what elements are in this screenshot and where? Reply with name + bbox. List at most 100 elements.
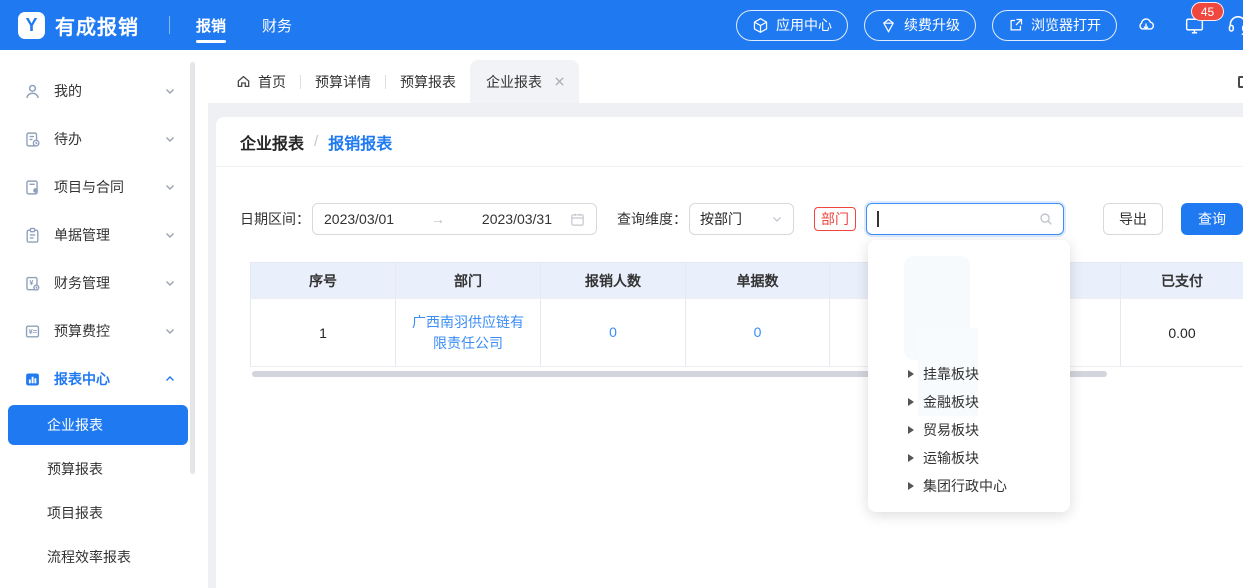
tree-item-yunshu[interactable]: 运输板块: [868, 444, 1070, 472]
search-icon: [1039, 212, 1053, 226]
sidebar-item-mine[interactable]: 我的: [0, 67, 190, 115]
sidebar-item-finance[interactable]: ¥ 财务管理: [0, 259, 190, 307]
chevron-down-icon: [164, 229, 176, 241]
sidebar-subitem-process-efficiency-reports[interactable]: 流程效率报表: [0, 535, 190, 579]
tab-budget-detail[interactable]: 预算详情: [301, 60, 385, 103]
tree-item-label: 贸易板块: [923, 420, 979, 440]
sidebar-item-label: 项目与合同: [54, 177, 124, 197]
sidebar-subitem-project-reports[interactable]: 项目报表: [0, 491, 190, 535]
dimension-select[interactable]: 按部门: [689, 203, 794, 235]
filter-bar: 日期区间： 2023/03/01 → 2023/03/31 查询维度： 按部门 …: [240, 203, 1243, 235]
renew-upgrade-button[interactable]: 续费升级: [864, 10, 976, 41]
calendar-icon: [570, 212, 585, 227]
tree-item-jinrong[interactable]: 金融板块: [868, 388, 1070, 416]
cell-document-count: 0: [686, 299, 830, 366]
sidebar-menu: 我的 待办 项目与合同: [0, 67, 190, 579]
department-tree: 挂靠板块 金融板块 贸易板块 运输板块 集团行政中心: [868, 360, 1070, 500]
date-range-picker[interactable]: 2023/03/01 → 2023/03/31: [312, 203, 597, 235]
finance-manage-icon: ¥: [24, 275, 41, 292]
expand-caret-icon[interactable]: [908, 398, 914, 406]
sidebar-scrollbar[interactable]: [190, 62, 195, 474]
tree-item-label: 金融板块: [923, 392, 979, 412]
dimension-value: 按部门: [700, 209, 742, 229]
chevron-down-icon: [164, 181, 176, 193]
dimension-label: 查询维度：: [617, 209, 687, 229]
sidebar-item-projects-contracts[interactable]: 项目与合同: [0, 163, 190, 211]
column-header-department: 部门: [396, 263, 541, 298]
text-cursor: [877, 211, 879, 227]
chevron-down-icon: [164, 277, 176, 289]
budget-control-icon: ¥=: [24, 323, 41, 340]
chevron-down-icon: [164, 85, 176, 97]
sidebar-item-label: 单据管理: [54, 225, 110, 245]
department-link[interactable]: 广西南羽供应链有限责任公司: [408, 312, 528, 354]
reimburser-count-link[interactable]: 0: [609, 322, 617, 343]
column-header-seq: 序号: [251, 263, 396, 298]
nav-item-caiwu[interactable]: 财务: [262, 0, 292, 50]
department-search-input[interactable]: [866, 203, 1064, 235]
sidebar-item-label: 我的: [54, 81, 82, 101]
expand-caret-icon[interactable]: [908, 482, 914, 490]
top-nav: 报销 财务: [196, 0, 292, 50]
document-count-link[interactable]: 0: [754, 322, 762, 343]
sidebar-subitem-budget-reports[interactable]: 预算报表: [0, 447, 190, 491]
date-start-value[interactable]: 2023/03/01: [324, 211, 394, 227]
chevron-down-icon: [164, 325, 176, 337]
query-button[interactable]: 查询: [1181, 203, 1243, 235]
project-contract-icon: [24, 179, 41, 196]
sidebar-subitem-enterprise-reports[interactable]: 企业报表: [8, 405, 188, 445]
tab-home[interactable]: 首页: [222, 60, 300, 103]
upgrade-gem-icon: [880, 17, 897, 34]
expand-caret-icon[interactable]: [908, 454, 914, 462]
breadcrumb-parent: 企业报表: [240, 130, 304, 154]
chevron-down-icon: [164, 133, 176, 145]
app-logo[interactable]: Y 有成报销: [0, 11, 139, 40]
cell-seq: 1: [251, 299, 396, 366]
headset-support-icon[interactable]: [1225, 12, 1243, 38]
open-in-browser-button[interactable]: 浏览器打开: [992, 10, 1117, 41]
chevron-down-icon: [771, 213, 783, 225]
cell-paid: 0.00: [1120, 299, 1243, 366]
sidebar: 我的 待办 项目与合同: [0, 50, 208, 588]
table-row: 1 广西南羽供应链有限责任公司 0 0 0.00: [251, 298, 1243, 367]
sidebar-item-documents[interactable]: 单据管理: [0, 211, 190, 259]
nav-item-baoxiao[interactable]: 报销: [196, 0, 226, 50]
app-center-button[interactable]: 应用中心: [736, 10, 848, 41]
sidebar-item-reports[interactable]: 报表中心: [0, 355, 190, 403]
date-range-label: 日期区间：: [240, 209, 310, 229]
breadcrumb-current[interactable]: 报销报表: [328, 130, 392, 154]
date-range-arrow-icon: →: [402, 211, 474, 227]
tree-item-maoyi[interactable]: 贸易板块: [868, 416, 1070, 444]
breadcrumb-separator: /: [314, 133, 318, 150]
open-in-browser-icon: [1008, 17, 1024, 33]
sidebar-item-label: 预算费控: [54, 321, 110, 341]
notifications-icon[interactable]: 45: [1181, 12, 1207, 38]
chevron-up-icon: [164, 373, 176, 385]
export-button[interactable]: 导出: [1103, 203, 1163, 235]
table-header-row: 序号 部门 报销人数 单据数 已支付: [251, 263, 1243, 298]
sidebar-item-todo[interactable]: 待办: [0, 115, 190, 163]
clipped-toolbar-icon[interactable]: [1238, 76, 1243, 88]
tree-item-guakao[interactable]: 挂靠板块: [868, 360, 1070, 388]
column-header-paid: 已支付: [1120, 263, 1243, 298]
document-manage-icon: [24, 227, 41, 244]
sidebar-item-budget[interactable]: ¥= 预算费控: [0, 307, 190, 355]
tab-enterprise-report[interactable]: 企业报表: [470, 60, 579, 103]
department-tag: 部门: [814, 207, 856, 231]
sidebar-item-label: 报表中心: [54, 369, 110, 389]
cloud-download-icon[interactable]: [1133, 12, 1159, 38]
topbar-actions: 应用中心 续费升级 浏览器打开: [736, 10, 1243, 41]
tab-label: 企业报表: [486, 72, 542, 92]
tree-item-jituan-xingzheng[interactable]: 集团行政中心: [868, 472, 1070, 500]
cell-reimburser-count: 0: [541, 299, 686, 366]
expand-caret-icon[interactable]: [908, 426, 914, 434]
tree-item-label: 挂靠板块: [923, 364, 979, 384]
logo-icon: Y: [18, 12, 45, 39]
expand-caret-icon[interactable]: [908, 370, 914, 378]
topbar: Y 有成报销 报销 财务 应用中心 续费升级: [0, 0, 1243, 50]
tab-budget-report[interactable]: 预算报表: [386, 60, 470, 103]
app-center-cube-icon: [752, 17, 769, 34]
column-header-reimburser-count: 报销人数: [541, 263, 686, 298]
close-icon[interactable]: [554, 76, 565, 87]
date-end-value[interactable]: 2023/03/31: [482, 211, 552, 227]
